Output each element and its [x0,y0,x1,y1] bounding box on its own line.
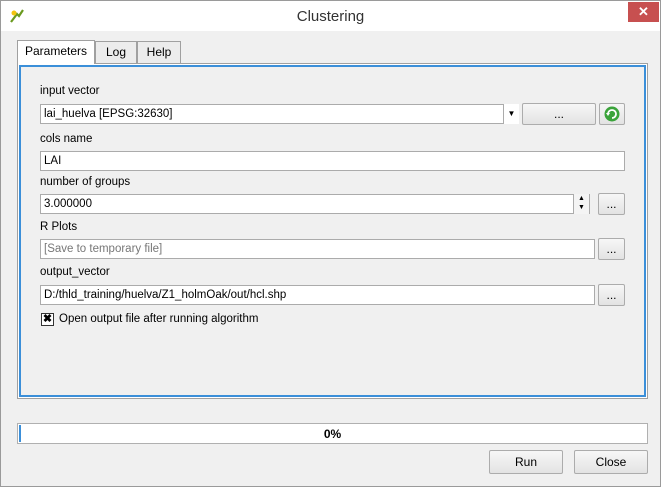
open-output-label: Open output file after running algorithm [59,313,259,325]
open-output-checkbox[interactable]: ✖ [41,313,54,326]
progress-bar: 0% [17,423,648,444]
cols-name-input[interactable]: LAI [40,151,625,171]
input-vector-label: input vector [40,85,100,97]
refresh-icon [604,106,620,122]
input-vector-browse-button[interactable]: ... [522,103,596,125]
input-vector-select[interactable]: lai_huelva [EPSG:32630] [40,104,519,124]
clustering-dialog: Clustering ✕ Parameters Log Help input v… [0,0,661,487]
output-vector-field[interactable]: D:/thld_training/huelva/Z1_holmOak/out/h… [40,285,595,305]
window-close-button[interactable]: ✕ [628,2,659,22]
spin-down-icon[interactable]: ▼ [574,203,589,212]
number-of-groups-label: number of groups [40,176,131,188]
cols-name-label: cols name [40,133,93,145]
spin-up-icon[interactable]: ▲ [574,194,589,203]
window-title: Clustering [296,8,365,25]
output-vector-label: output_vector [40,266,110,278]
close-button[interactable]: Close [574,450,648,474]
number-of-groups-value: 3.000000 [44,198,92,210]
r-plots-output-field[interactable]: [Save to temporary file] [40,239,595,259]
run-button[interactable]: Run [489,450,563,474]
tab-help[interactable]: Help [137,41,181,63]
tab-log[interactable]: Log [95,41,137,63]
number-of-groups-spin-buttons[interactable]: ▲ ▼ [573,194,589,214]
progress-text: 0% [323,427,342,441]
input-vector-value: lai_huelva [EPSG:32630] [44,108,173,120]
number-of-groups-spinbox[interactable]: 3.000000 [40,194,590,214]
tab-parameters[interactable]: Parameters [17,40,95,64]
chevron-down-icon[interactable]: ▼ [503,104,519,124]
iterate-button[interactable] [599,103,625,125]
r-plots-label: R Plots [40,221,78,233]
output-vector-browse-button[interactable]: ... [598,284,625,306]
r-plots-browse-button[interactable]: ... [598,238,625,260]
title-bar: Clustering ✕ [1,1,660,31]
number-of-groups-browse-button[interactable]: ... [598,193,625,215]
